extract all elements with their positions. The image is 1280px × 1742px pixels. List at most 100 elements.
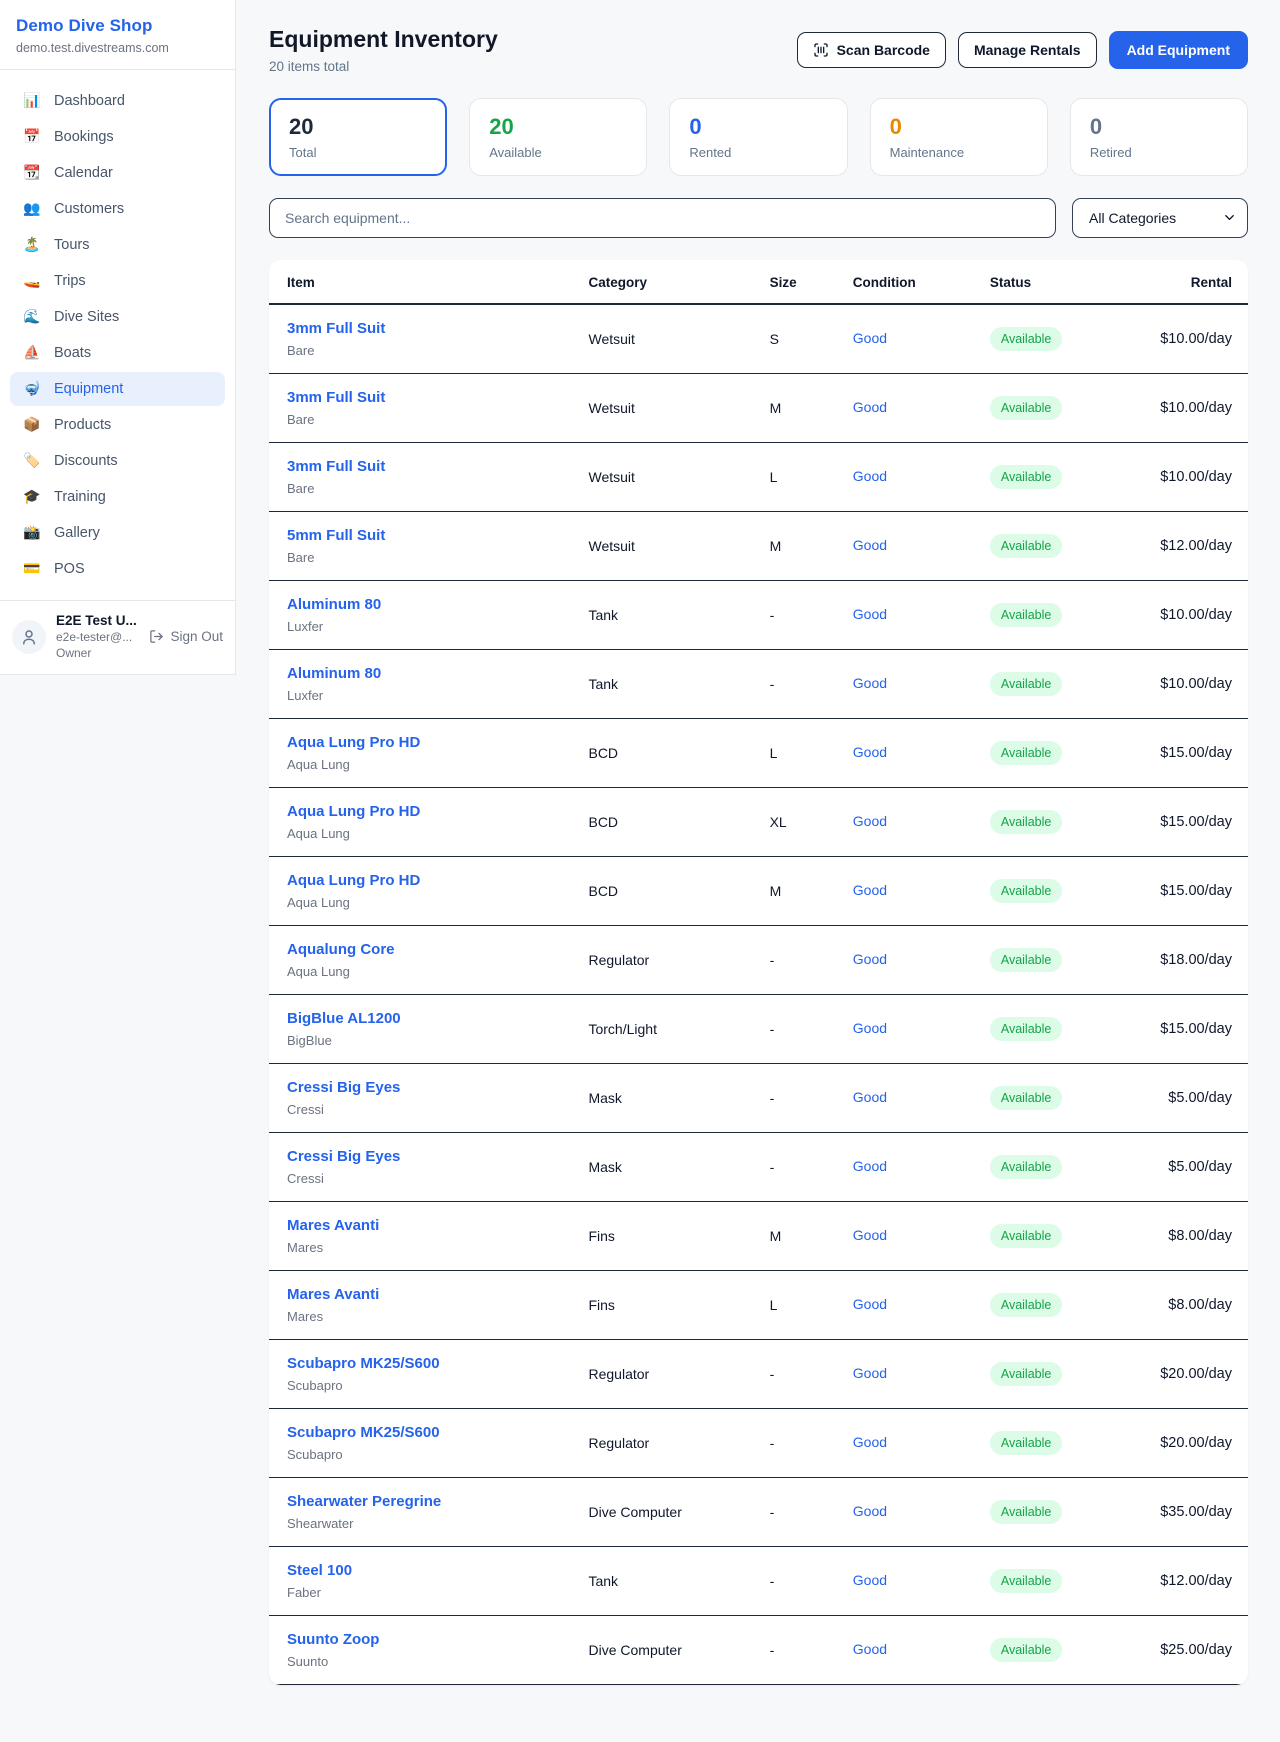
sidebar-item-dashboard[interactable]: 📊 Dashboard (10, 84, 225, 118)
sidebar-item-gallery[interactable]: 📸 Gallery (10, 516, 225, 550)
user-meta: E2E Test U... e2e-tester@... Owner (56, 613, 139, 660)
brand-box: Demo Dive Shop demo.test.divestreams.com (0, 0, 235, 70)
sidebar-item-bookings[interactable]: 📅 Bookings (10, 120, 225, 154)
cell-rental: $10.00/day (1101, 374, 1248, 443)
item-link[interactable]: Steel 100 (287, 1562, 352, 1579)
cell-size: - (754, 1616, 837, 1685)
status-badge: Available (990, 327, 1063, 351)
item-link[interactable]: Cressi Big Eyes (287, 1079, 400, 1096)
status-badge: Available (990, 465, 1063, 489)
table-row: Mares Avanti Mares Fins L Good Available… (269, 1271, 1248, 1340)
item-link[interactable]: Mares Avanti (287, 1286, 379, 1303)
sidebar: Demo Dive Shop demo.test.divestreams.com… (0, 0, 236, 675)
item-link[interactable]: Scubapro MK25/S600 (287, 1355, 440, 1372)
condition-link[interactable]: Good (853, 744, 887, 760)
sidebar-item-equipment[interactable]: 🤿 Equipment (10, 372, 225, 406)
category-select[interactable]: All Categories (1072, 198, 1248, 238)
item-link[interactable]: Aqua Lung Pro HD (287, 803, 420, 820)
item-brand: Bare (287, 343, 556, 358)
cell-status: Available (974, 1409, 1101, 1478)
cell-item: Aqua Lung Pro HD Aqua Lung (269, 788, 572, 857)
sidebar-user-footer: E2E Test U... e2e-tester@... Owner Sign … (0, 600, 235, 674)
page-header-text: Equipment Inventory 20 items total (269, 26, 498, 74)
item-link[interactable]: Scubapro MK25/S600 (287, 1424, 440, 1441)
cell-status: Available (974, 1616, 1101, 1685)
item-brand: Cressi (287, 1102, 556, 1117)
cell-category: Fins (572, 1202, 753, 1271)
item-link[interactable]: BigBlue AL1200 (287, 1010, 401, 1027)
condition-link[interactable]: Good (853, 1296, 887, 1312)
sidebar-item-discounts[interactable]: 🏷️ Discounts (10, 444, 225, 478)
condition-link[interactable]: Good (853, 606, 887, 622)
condition-link[interactable]: Good (853, 1503, 887, 1519)
status-badge: Available (990, 810, 1063, 834)
scan-barcode-button[interactable]: Scan Barcode (797, 32, 946, 68)
item-link[interactable]: Aluminum 80 (287, 596, 381, 613)
condition-link[interactable]: Good (853, 468, 887, 484)
condition-link[interactable]: Good (853, 951, 887, 967)
condition-link[interactable]: Good (853, 882, 887, 898)
sidebar-item-products[interactable]: 📦 Products (10, 408, 225, 442)
cell-category: Regulator (572, 926, 753, 995)
sidebar-item-boats[interactable]: ⛵ Boats (10, 336, 225, 370)
item-link[interactable]: Aqua Lung Pro HD (287, 734, 420, 751)
condition-link[interactable]: Good (853, 1089, 887, 1105)
condition-link[interactable]: Good (853, 1641, 887, 1657)
sidebar-item-calendar[interactable]: 📆 Calendar (10, 156, 225, 190)
sidebar-item-training[interactable]: 🎓 Training (10, 480, 225, 514)
sidebar-item-label: Boats (54, 345, 91, 361)
condition-link[interactable]: Good (853, 675, 887, 691)
sidebar-item-pos[interactable]: 💳 POS (10, 552, 225, 586)
condition-link[interactable]: Good (853, 1365, 887, 1381)
stat-card-retired[interactable]: 0 Retired (1070, 98, 1248, 176)
cell-status: Available (974, 1340, 1101, 1409)
stat-card-maintenance[interactable]: 0 Maintenance (870, 98, 1048, 176)
cell-size: L (754, 1271, 837, 1340)
condition-link[interactable]: Good (853, 1158, 887, 1174)
item-link[interactable]: Shearwater Peregrine (287, 1493, 441, 1510)
cell-category: Regulator (572, 1340, 753, 1409)
item-link[interactable]: 3mm Full Suit (287, 458, 385, 475)
item-link[interactable]: Cressi Big Eyes (287, 1148, 400, 1165)
condition-link[interactable]: Good (853, 1227, 887, 1243)
person-icon (20, 628, 38, 646)
condition-link[interactable]: Good (853, 813, 887, 829)
manage-rentals-button[interactable]: Manage Rentals (958, 32, 1097, 68)
condition-link[interactable]: Good (853, 1020, 887, 1036)
item-link[interactable]: 5mm Full Suit (287, 527, 385, 544)
add-equipment-button[interactable]: Add Equipment (1109, 31, 1248, 69)
status-badge: Available (990, 1224, 1063, 1248)
item-link[interactable]: Aqua Lung Pro HD (287, 872, 420, 889)
table-row: Aqua Lung Pro HD Aqua Lung BCD M Good Av… (269, 857, 1248, 926)
condition-link[interactable]: Good (853, 399, 887, 415)
condition-link[interactable]: Good (853, 1434, 887, 1450)
sidebar-item-tours[interactable]: 🏝️ Tours (10, 228, 225, 262)
sidebar-item-trips[interactable]: 🚤 Trips (10, 264, 225, 298)
header-actions: Scan Barcode Manage Rentals Add Equipmen… (797, 31, 1248, 69)
cell-rental: $25.00/day (1101, 1616, 1248, 1685)
item-link[interactable]: Aluminum 80 (287, 665, 381, 682)
sidebar-item-customers[interactable]: 👥 Customers (10, 192, 225, 226)
cell-item: Cressi Big Eyes Cressi (269, 1133, 572, 1202)
search-input[interactable] (269, 198, 1056, 238)
column-header-condition: Condition (837, 260, 974, 304)
item-link[interactable]: Aqualung Core (287, 941, 395, 958)
item-link[interactable]: 3mm Full Suit (287, 389, 385, 406)
item-link[interactable]: Suunto Zoop (287, 1631, 379, 1648)
item-link[interactable]: Mares Avanti (287, 1217, 379, 1234)
stat-card-available[interactable]: 20 Available (469, 98, 647, 176)
cell-item: 3mm Full Suit Bare (269, 304, 572, 374)
condition-link[interactable]: Good (853, 330, 887, 346)
discounts-icon: 🏷️ (22, 454, 42, 468)
item-link[interactable]: 3mm Full Suit (287, 320, 385, 337)
condition-link[interactable]: Good (853, 1572, 887, 1588)
cell-status: Available (974, 1133, 1101, 1202)
stat-label: Rented (689, 145, 827, 160)
sign-out-button[interactable]: Sign Out (149, 629, 223, 644)
cell-rental: $15.00/day (1101, 788, 1248, 857)
stat-card-rented[interactable]: 0 Rented (669, 98, 847, 176)
stat-card-total[interactable]: 20 Total (269, 98, 447, 176)
condition-link[interactable]: Good (853, 537, 887, 553)
cell-category: Tank (572, 650, 753, 719)
sidebar-item-dive-sites[interactable]: 🌊 Dive Sites (10, 300, 225, 334)
